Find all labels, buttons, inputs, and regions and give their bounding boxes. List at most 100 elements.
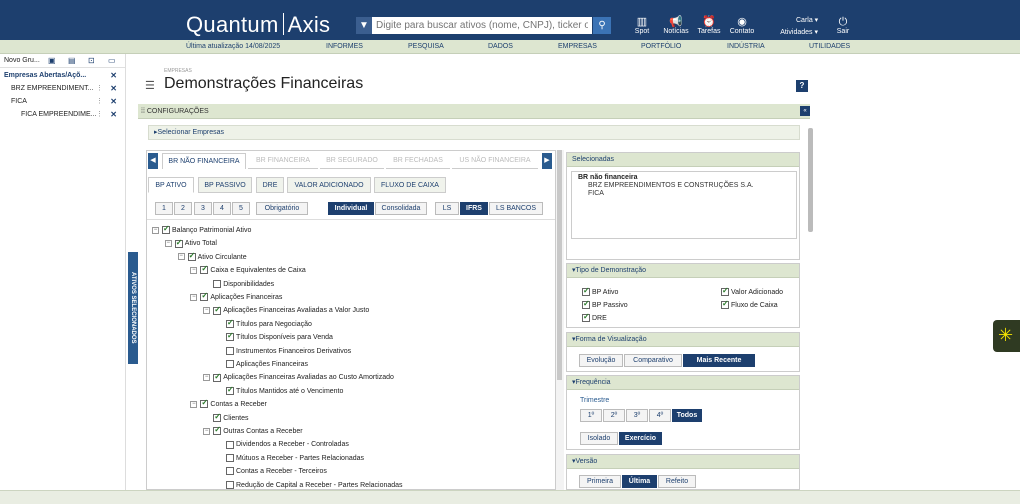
tab-fluxo-de-caixa[interactable]: FLUXO DE CAIXA — [374, 177, 446, 193]
new-icon[interactable]: ⊡ — [88, 56, 95, 65]
checkbox[interactable] — [187, 251, 196, 261]
page-scrollbar[interactable] — [808, 128, 813, 232]
tab-bp-passivo[interactable]: BP PASSIVO — [198, 177, 252, 193]
collapse-toggle-icon[interactable]: − — [177, 253, 185, 261]
floating-widget[interactable]: ✳ — [993, 320, 1020, 352]
exercise-button[interactable]: Exercício — [619, 432, 662, 445]
level-3-button[interactable]: 3 — [194, 202, 212, 215]
nav-industria[interactable]: INDÚSTRIA — [727, 43, 765, 50]
list-item[interactable]: FICA EMPREENDIME... ⋮ ✕ — [0, 108, 125, 121]
tab-bp-ativo[interactable]: BP ATIVO — [148, 177, 194, 193]
checkbox[interactable] — [582, 286, 590, 296]
checkbox[interactable] — [174, 238, 183, 248]
tree-row[interactable]: − Outras Contas a Receber — [203, 425, 303, 437]
list-item[interactable]: FICA ⋮ ✕ — [0, 95, 125, 108]
checkbox[interactable] — [213, 279, 222, 288]
view-form-title[interactable]: ▾Forma de Visualização — [567, 333, 799, 347]
tab-us-nao-financeira[interactable]: US NÃO FINANCEIRA — [452, 153, 538, 169]
check-bp-ativo[interactable]: BP Ativo — [582, 286, 618, 296]
tree-row[interactable]: − Contas a Receber — [190, 398, 267, 410]
menu-icon[interactable]: ☰ — [145, 79, 155, 92]
check-bp-passivo[interactable]: BP Passivo — [582, 299, 628, 309]
tree-row[interactable]: Dividendos a Receber - Controladas — [216, 440, 349, 450]
isolated-button[interactable]: Isolado — [580, 432, 618, 445]
tree-row[interactable]: − Ativo Total — [164, 238, 217, 249]
redone-version-button[interactable]: Refeito — [658, 475, 696, 488]
checkbox[interactable] — [200, 398, 209, 409]
selected-item[interactable]: BRZ EMPREENDIMENTOS E CONSTRUÇÕES S.A. — [572, 181, 796, 190]
comparative-button[interactable]: Comparativo — [624, 354, 682, 367]
selected-item[interactable]: FICA — [572, 190, 796, 197]
version-title[interactable]: ▾Versão — [567, 455, 799, 469]
checkbox[interactable] — [213, 412, 222, 422]
more-icon[interactable]: ⋮ — [96, 82, 103, 95]
save-icon[interactable]: ▣ — [48, 56, 56, 65]
user-name[interactable]: Carla ▾ — [796, 16, 818, 24]
nav-dados[interactable]: DADOS — [488, 43, 513, 50]
q1-button[interactable]: 1º — [580, 409, 602, 422]
select-companies[interactable]: ▸Selecionar Empresas — [148, 125, 800, 140]
consolidated-button[interactable]: Consolidada — [375, 202, 427, 215]
tab-prev-arrow[interactable]: ◀ — [148, 153, 158, 169]
checkbox[interactable] — [226, 440, 234, 449]
ls-button[interactable]: LS — [435, 202, 459, 215]
tree-row[interactable]: Aplicações Financeiras — [216, 360, 308, 370]
frequency-title[interactable]: ▾Frequência — [567, 376, 799, 390]
selected-assets-tab[interactable]: ATIVOS SELECIONADOS — [128, 252, 138, 364]
check-dre[interactable]: DRE — [582, 312, 607, 322]
tree-row[interactable]: Clientes — [203, 412, 248, 424]
check-fluxo-caixa[interactable]: Fluxo de Caixa — [721, 299, 778, 309]
collapse-toggle-icon[interactable]: − — [190, 400, 198, 408]
q3-button[interactable]: 3º — [626, 409, 648, 422]
tasks-button[interactable]: ⏰ Tarefas — [694, 16, 724, 35]
scroll-thumb[interactable] — [557, 150, 562, 380]
tree-row[interactable]: Mútuos a Receber - Partes Relacionadas — [216, 453, 364, 464]
collapse-toggle-icon[interactable]: − — [152, 226, 159, 234]
checkbox[interactable] — [582, 299, 590, 309]
most-recent-button[interactable]: Mais Recente — [683, 354, 755, 367]
tab-br-nao-financeira[interactable]: BR NÃO FINANCEIRA — [162, 153, 246, 169]
demo-type-title[interactable]: ▾Tipo de Demonstração — [567, 264, 799, 278]
individual-button[interactable]: Individual — [328, 202, 374, 215]
checkbox[interactable] — [226, 346, 234, 355]
activities-menu[interactable]: Atividades ▾ — [780, 28, 818, 36]
evolution-button[interactable]: Evolução — [579, 354, 623, 367]
tree-row[interactable]: Disponibilidades — [203, 279, 274, 290]
level-1-button[interactable]: 1 — [155, 202, 173, 215]
checkbox[interactable] — [200, 264, 209, 275]
help-button[interactable]: ? — [796, 80, 808, 92]
tree-row[interactable]: Contas a Receber - Terceiros — [216, 467, 327, 477]
q4-button[interactable]: 4º — [649, 409, 671, 422]
checkbox[interactable] — [213, 425, 222, 436]
close-icon[interactable]: ✕ — [110, 69, 117, 82]
more-icon[interactable]: ⋮ — [96, 95, 103, 108]
checkbox[interactable] — [226, 467, 234, 476]
tree-row[interactable]: Títulos Mantidos até o Vencimento — [216, 385, 343, 397]
checkbox[interactable] — [213, 372, 222, 382]
q2-button[interactable]: 2º — [603, 409, 625, 422]
tab-valor-adicionado[interactable]: VALOR ADICIONADO — [287, 177, 371, 193]
level-4-button[interactable]: 4 — [213, 202, 231, 215]
tab-br-financeira[interactable]: BR FINANCEIRA — [248, 153, 318, 169]
tree-row[interactable]: − Balanço Patrimonial Ativo — [152, 224, 251, 236]
checkbox[interactable] — [200, 291, 209, 302]
checkbox[interactable] — [721, 299, 729, 309]
checkbox[interactable] — [721, 286, 729, 296]
checkbox[interactable] — [226, 385, 234, 395]
checkbox[interactable] — [213, 305, 222, 315]
search-icon[interactable]: ⚲ — [593, 17, 611, 34]
level-2-button[interactable]: 2 — [174, 202, 192, 215]
tree-row[interactable]: − Aplicações Financeiras Avaliadas a Valo… — [203, 305, 369, 316]
close-icon[interactable]: ✕ — [110, 95, 117, 108]
folder-icon[interactable]: ▭ — [108, 56, 116, 65]
tab-next-arrow[interactable]: ▶ — [542, 153, 552, 169]
collapse-toggle-icon[interactable]: − — [203, 427, 211, 435]
tree-scrollbar[interactable] — [556, 150, 564, 490]
ls-bancos-button[interactable]: LS BANCOS — [489, 202, 543, 215]
breadcrumb[interactable]: EMPRESAS — [164, 68, 192, 74]
checkbox[interactable] — [226, 360, 234, 369]
mandatory-button[interactable]: Obrigatório — [256, 202, 308, 215]
collapse-toggle-icon[interactable]: − — [203, 374, 211, 382]
list-item[interactable]: BRZ EMPREENDIMENT... ⋮ ✕ — [0, 82, 125, 95]
tree-row[interactable]: Títulos Disponíveis para Venda — [216, 331, 333, 343]
